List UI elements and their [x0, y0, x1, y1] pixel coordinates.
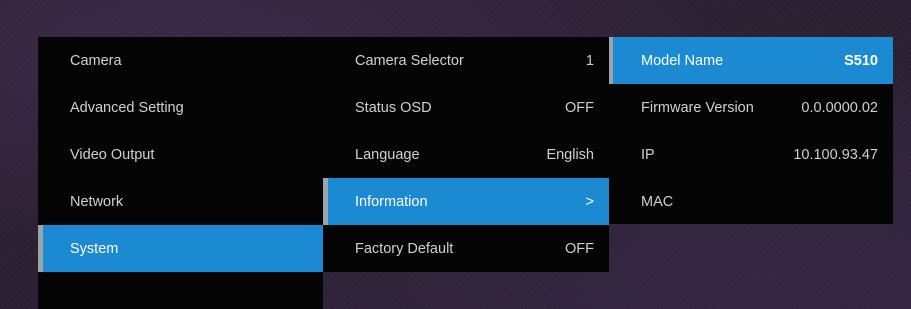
chevron-right-icon: >: [585, 193, 594, 210]
info-row-ip[interactable]: IP 10.100.93.47: [609, 131, 893, 178]
menu-item-advanced-setting[interactable]: Advanced Setting: [38, 84, 323, 131]
menu-item-label: Advanced Setting: [70, 99, 184, 116]
info-row-mac[interactable]: MAC: [609, 178, 893, 225]
info-label: MAC: [641, 193, 674, 210]
info-label: Model Name: [641, 52, 724, 69]
info-label: IP: [641, 146, 655, 163]
menu-item-system[interactable]: System: [38, 225, 323, 272]
submenu-item-value: English: [546, 146, 594, 163]
submenu-item-label: Camera Selector: [355, 52, 464, 69]
info-row-firmware-version[interactable]: Firmware Version 0.0.0000.02: [609, 84, 893, 131]
system-submenu-panel: Camera Selector 1 Status OSD OFF Languag…: [323, 37, 609, 272]
submenu-item-label: Factory Default: [355, 240, 454, 257]
submenu-item-information[interactable]: Information >: [323, 178, 609, 225]
info-label: Firmware Version: [641, 99, 754, 116]
info-value: 0.0.0000.02: [801, 99, 878, 116]
submenu-item-value: OFF: [565, 240, 594, 257]
submenu-item-value: 1: [585, 52, 594, 69]
menu-item-camera[interactable]: Camera: [38, 37, 323, 84]
main-menu-panel: Camera Advanced Setting Video Output Net…: [38, 37, 323, 309]
info-value: 10.100.93.47: [793, 146, 878, 163]
menu-item-network[interactable]: Network: [38, 178, 323, 225]
menu-item-label: Video Output: [70, 146, 155, 163]
info-value: S510: [844, 52, 878, 69]
submenu-item-label: Information: [355, 193, 428, 210]
submenu-item-language[interactable]: Language English: [323, 131, 609, 178]
info-row-model-name[interactable]: Model Name S510: [609, 37, 893, 84]
submenu-item-camera-selector[interactable]: Camera Selector 1: [323, 37, 609, 84]
menu-item-label: System: [70, 240, 119, 257]
menu-item-video-output[interactable]: Video Output: [38, 131, 323, 178]
submenu-item-status-osd[interactable]: Status OSD OFF: [323, 84, 609, 131]
menu-item-label: Network: [70, 193, 124, 210]
submenu-item-label: Status OSD: [355, 99, 432, 116]
submenu-item-value: OFF: [565, 99, 594, 116]
submenu-item-label: Language: [355, 146, 420, 163]
menu-item-label: Camera: [70, 52, 122, 69]
information-panel: Model Name S510 Firmware Version 0.0.000…: [609, 37, 893, 224]
submenu-item-factory-default[interactable]: Factory Default OFF: [323, 225, 609, 272]
